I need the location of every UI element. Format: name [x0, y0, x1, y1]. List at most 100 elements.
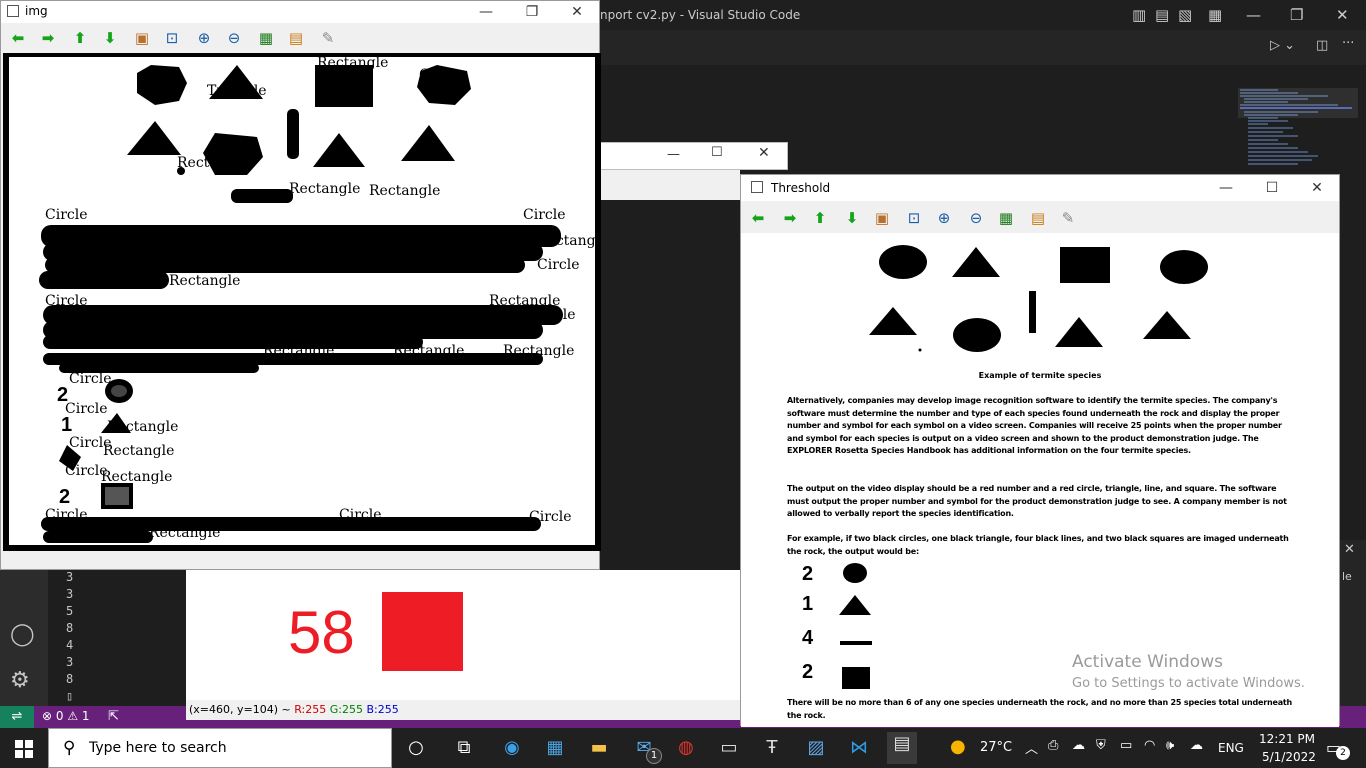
shape-label: Rectangle [177, 155, 249, 171]
pan-right-icon[interactable]: ➡ [779, 207, 801, 229]
shape-label: Circle [533, 307, 576, 323]
shape-label: Circle [45, 293, 88, 309]
search-icon: ⚲ [63, 738, 76, 758]
zoom-original-icon[interactable]: ▣ [871, 207, 893, 229]
activate-subtitle: Go to Settings to activate Windows. [1072, 676, 1305, 691]
img-canvas[interactable]: 2 1 2 Rectangle Circle Triangle Rectangl… [3, 53, 601, 551]
background-window-titlebar: — ☐ ✕ [600, 142, 788, 170]
file-explorer-icon[interactable]: ▬ [587, 736, 611, 760]
shape-label: Circle [65, 401, 108, 417]
customize-layout-icon[interactable]: ▦ [1208, 6, 1222, 24]
split-editor-icon[interactable]: ◫ [1316, 38, 1328, 53]
minimize-icon[interactable]: — [1246, 6, 1261, 24]
pixel-coords: (x=460, y=104) ~ [189, 703, 291, 716]
square-count: 2 [802, 661, 814, 683]
img-status-bar: (x=460, y=104) ~ R:255 G:255 B:255 [186, 700, 740, 720]
pan-left-icon[interactable]: ⬅ [7, 27, 29, 49]
zoom-in-icon[interactable]: ⊕ [933, 207, 955, 229]
clock-date[interactable]: 5/1/2022 [1262, 750, 1316, 764]
minimap [1238, 88, 1358, 178]
shape-label: Rectangle [263, 343, 335, 359]
shape-label: Rectangle [369, 183, 441, 199]
close-icon[interactable]: ✕ [1294, 177, 1340, 199]
taskbar-search[interactable]: ⚲ Type here to search [48, 728, 392, 768]
zoom-in-icon[interactable]: ⊕ [193, 27, 215, 49]
pan-up-icon[interactable]: ⬆ [69, 27, 91, 49]
pixel-b-value: B:255 [366, 703, 399, 716]
minimize-icon[interactable]: — [667, 147, 680, 162]
photos-icon[interactable]: ▨ [804, 736, 828, 760]
sidebar-toggle-icon[interactable]: ▧ [1178, 6, 1192, 24]
security-icon[interactable]: ⛨ [1096, 738, 1106, 753]
more-actions-icon[interactable]: ··· [1342, 36, 1354, 51]
task-view-icon[interactable]: ⧉ [452, 736, 476, 760]
threshold-window-title: Threshold [771, 181, 831, 195]
maximize-icon[interactable]: ☐ [711, 145, 723, 160]
shape-label: Circle [523, 207, 566, 223]
onedrive-icon[interactable]: ☁ [1072, 738, 1085, 753]
pan-right-icon[interactable]: ➡ [37, 27, 59, 49]
chrome-icon[interactable]: ◍ [674, 736, 698, 760]
input-language[interactable]: ENG [1218, 741, 1244, 755]
shape-label: Rectangle [393, 343, 465, 359]
weather-temp[interactable]: 27°C [980, 740, 1012, 755]
volume-icon[interactable]: 🕪 [1166, 738, 1174, 753]
zoom-fit-icon[interactable]: ⊡ [903, 207, 925, 229]
remote-indicator-icon[interactable]: ⇌ [0, 706, 34, 728]
start-button[interactable] [0, 728, 48, 768]
zoom-original-icon[interactable]: ▣ [131, 27, 153, 49]
edge-icon[interactable]: ◉ [500, 736, 524, 760]
restore-icon[interactable]: ❐ [1290, 6, 1303, 24]
properties-brush-icon[interactable]: ✎ [1057, 207, 1079, 229]
run-icon[interactable]: ▷ ⌄ [1270, 38, 1295, 53]
save-icon[interactable]: ▦ [995, 207, 1017, 229]
pan-up-icon[interactable]: ⬆ [809, 207, 831, 229]
settings-gear-icon[interactable]: ⚙ [10, 668, 30, 693]
panel-toggle-icon[interactable]: ▤ [1155, 6, 1169, 24]
clipboard-icon[interactable]: ▤ [285, 27, 307, 49]
vscode-icon[interactable]: ⋈ [847, 736, 871, 760]
line-number: 8 [66, 672, 74, 686]
properties-brush-icon[interactable]: ✎ [317, 27, 339, 49]
output-red-square [382, 592, 463, 671]
meet-now-icon[interactable]: ⎙ [1048, 738, 1058, 753]
shape-label: Circle [419, 67, 462, 83]
close-icon[interactable]: ✕ [554, 1, 600, 23]
notification-badge: 2 [1336, 746, 1350, 760]
shape-label: Rectangle [149, 525, 221, 541]
line-number: 3 [66, 570, 74, 584]
scribble-mark [43, 531, 153, 543]
python-window-icon[interactable]: ▤ [887, 732, 917, 764]
clock-time[interactable]: 12:21 PM [1259, 732, 1315, 746]
live-share-icon[interactable]: ⇱ [108, 709, 119, 724]
wifi-icon[interactable]: ◠ [1144, 738, 1155, 753]
tray-chevron-icon[interactable]: ︿ [1025, 738, 1038, 757]
save-icon[interactable]: ▦ [255, 27, 277, 49]
weather-icon[interactable]: ● [950, 736, 966, 757]
zoom-out-icon[interactable]: ⊖ [965, 207, 987, 229]
minimize-icon[interactable]: — [463, 1, 509, 23]
zoom-out-icon[interactable]: ⊖ [223, 27, 245, 49]
store-icon[interactable]: ▦ [543, 736, 567, 760]
clipboard-icon[interactable]: ▤ [1027, 207, 1049, 229]
cloud-sync-icon[interactable]: ☁ [1190, 738, 1203, 753]
restore-icon[interactable]: ❐ [509, 1, 555, 23]
accounts-icon[interactable]: ◯ [10, 622, 35, 647]
pan-down-icon[interactable]: ⬇ [841, 207, 863, 229]
zoom-fit-icon[interactable]: ⊡ [161, 27, 183, 49]
pan-left-icon[interactable]: ⬅ [747, 207, 769, 229]
layout-toggle-icon[interactable]: ▥ [1132, 6, 1146, 24]
close-icon[interactable]: ✕ [1336, 6, 1349, 24]
close-icon[interactable]: ✕ [758, 145, 770, 161]
terminal-icon[interactable]: ▭ [717, 736, 741, 760]
cortana-icon[interactable]: ○ [404, 736, 428, 760]
typora-icon[interactable]: Ŧ [760, 736, 784, 760]
minimize-icon[interactable]: — [1203, 177, 1249, 199]
shape-label: Triangle [207, 83, 267, 99]
line-number: 3 [66, 587, 74, 601]
pan-down-icon[interactable]: ⬇ [99, 27, 121, 49]
maximize-icon[interactable]: ☐ [1249, 177, 1295, 199]
panel-close-icon[interactable]: ✕ [1344, 542, 1355, 557]
problems-count[interactable]: ⊗ 0 ⚠ 1 [42, 709, 90, 723]
battery-icon[interactable]: ▭ [1120, 738, 1132, 753]
